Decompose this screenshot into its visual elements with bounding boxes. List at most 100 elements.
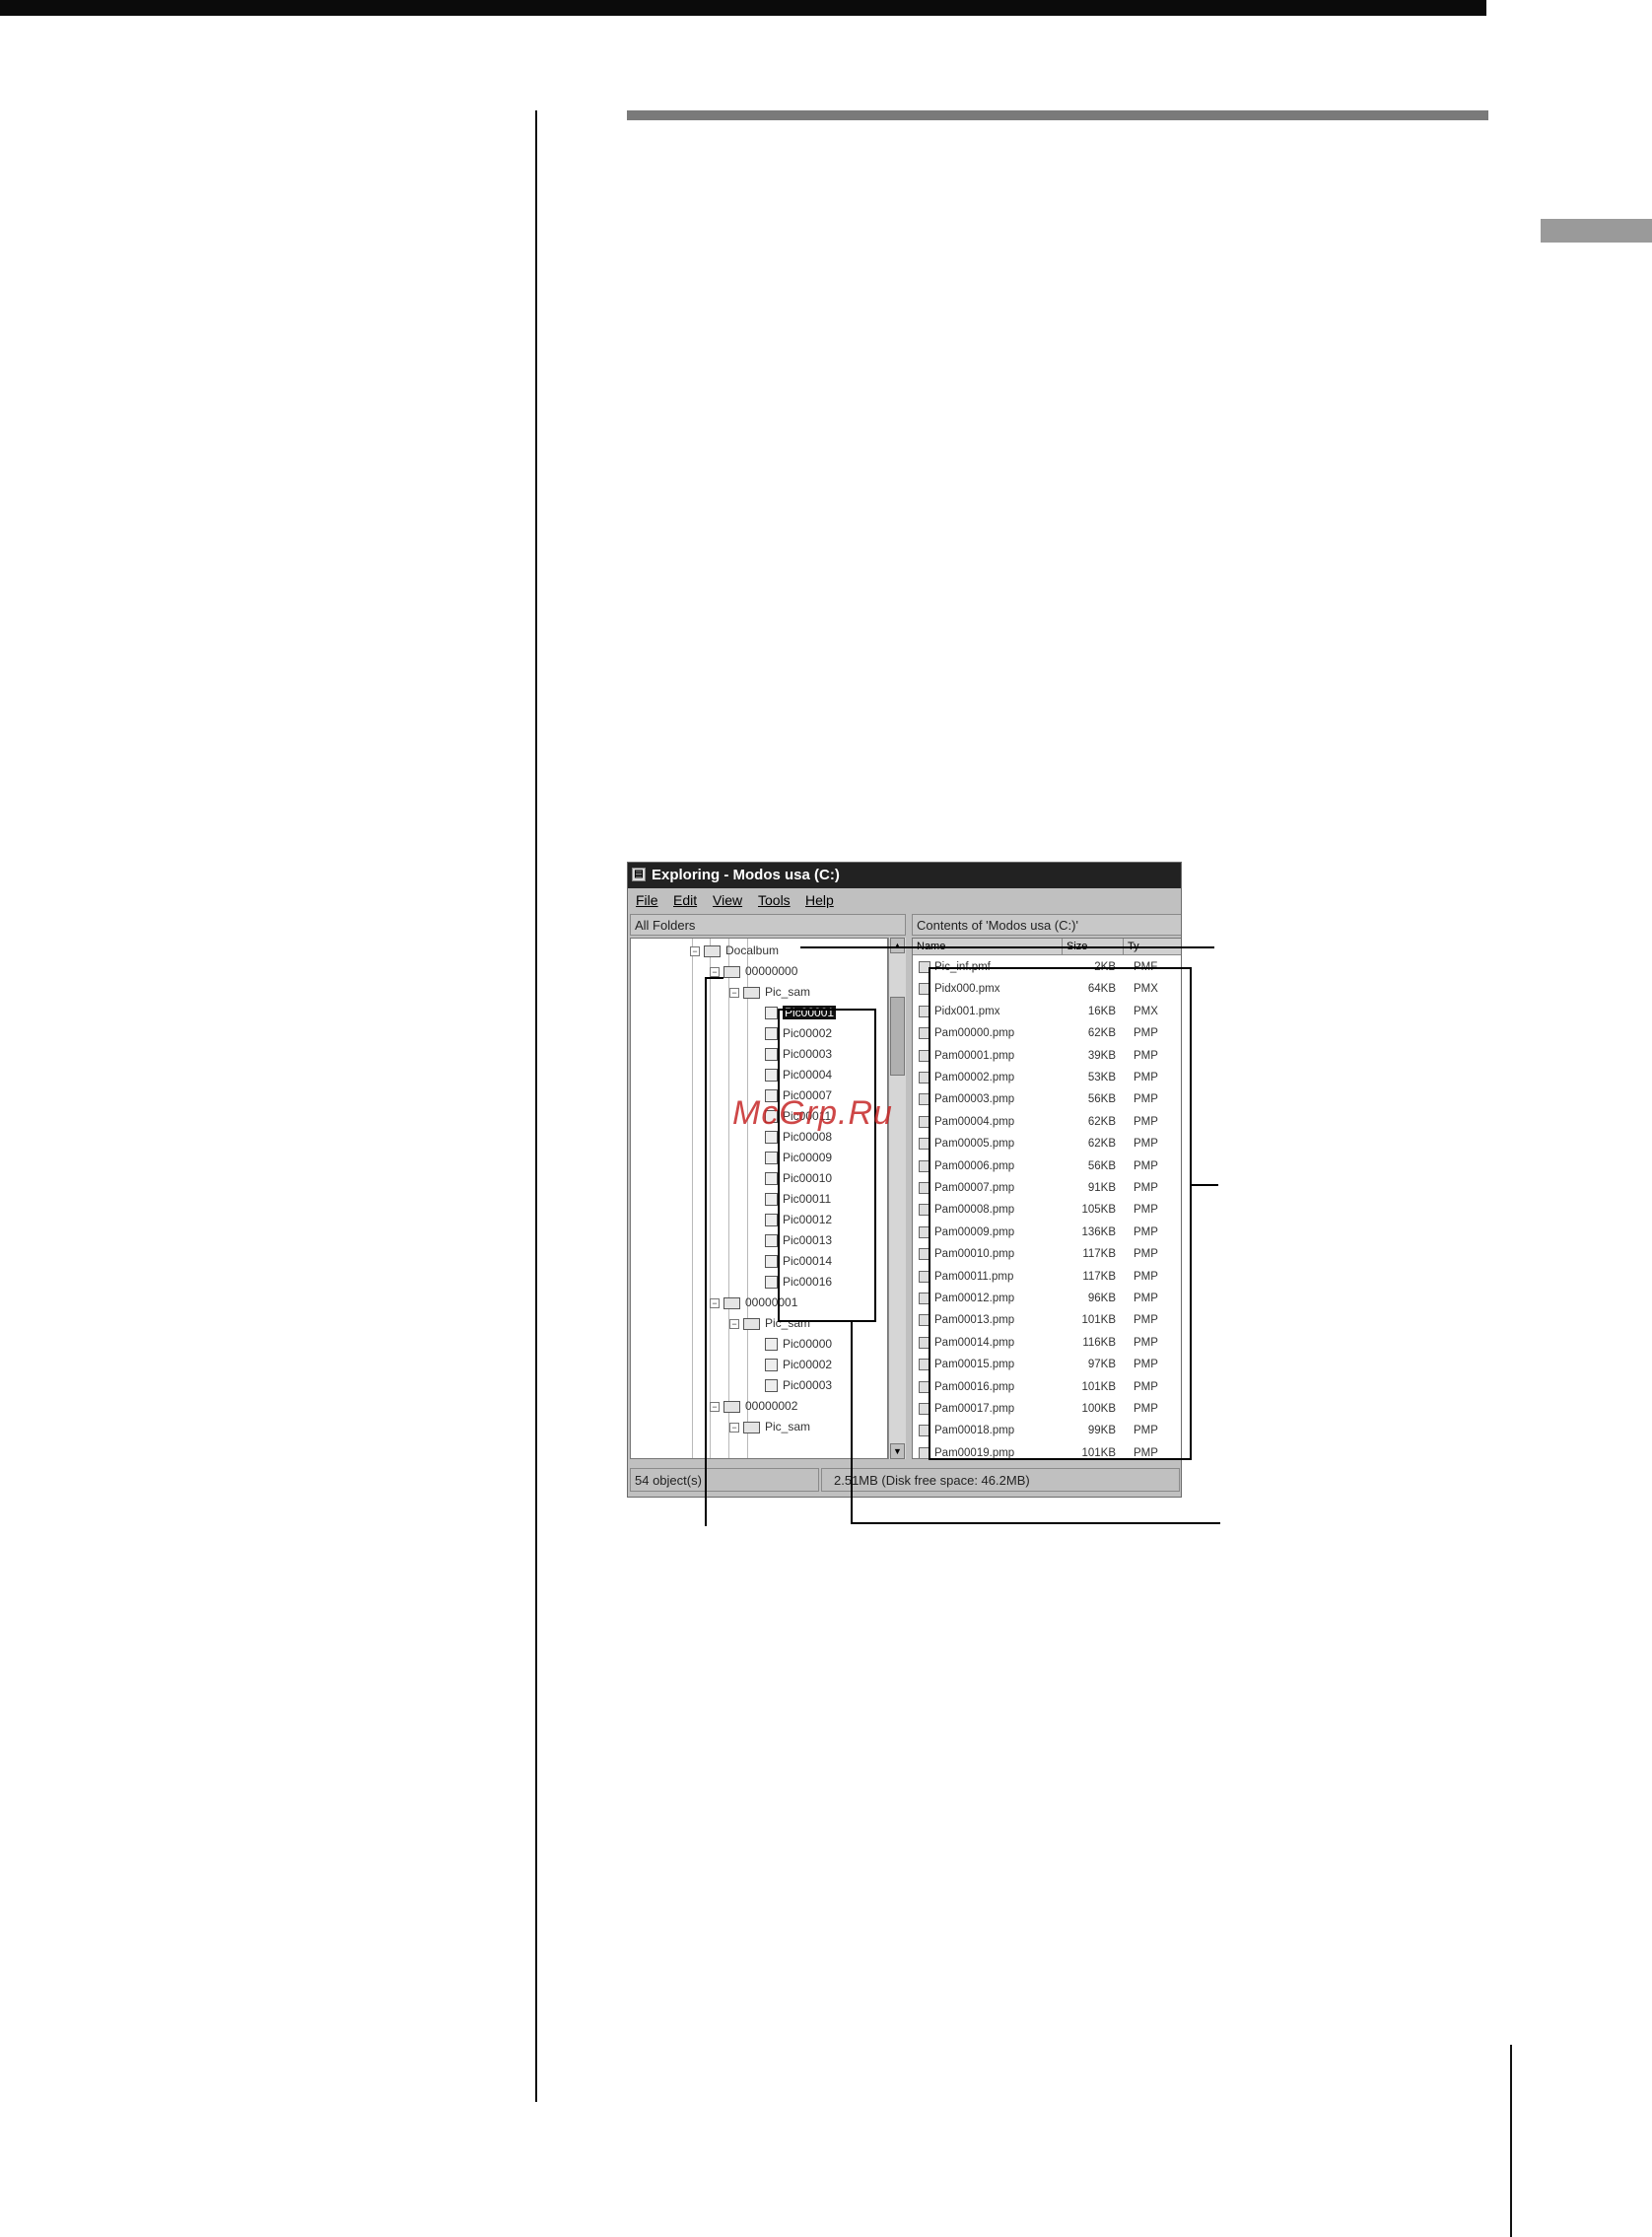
file-size: 117KB xyxy=(1082,1248,1116,1261)
picture-file-icon xyxy=(765,1379,778,1393)
picture-file-icon xyxy=(765,1338,778,1352)
file-row[interactable]: Pam00011.pmp 117KB PMP xyxy=(913,1266,1181,1288)
tree-folder-node[interactable]: − Pic_sam xyxy=(729,1417,810,1436)
tree-folder-node[interactable]: − Pic_sam xyxy=(729,1313,810,1333)
file-row[interactable]: Pam00004.pmp 62KB PMP xyxy=(913,1111,1181,1133)
tree-pic-node[interactable]: Pic00016 xyxy=(765,1272,832,1292)
file-row[interactable]: Pam00013.pmp 101KB PMP xyxy=(913,1309,1181,1331)
tree-pic-node[interactable]: Pic00000 xyxy=(765,1334,832,1354)
tree-folder-node[interactable]: − 00000001 xyxy=(710,1293,797,1312)
tree-node-label: Pic00014 xyxy=(783,1254,833,1268)
file-row[interactable]: Pam00006.pmp 56KB PMP xyxy=(913,1155,1181,1177)
menu-view[interactable]: View xyxy=(713,888,742,912)
file-type: PMX xyxy=(1134,1005,1158,1017)
file-name: Pam00005.pmp xyxy=(934,1138,1015,1151)
tree-guide-line xyxy=(747,939,748,1458)
file-row[interactable]: Pam00008.pmp 105KB PMP xyxy=(913,1199,1181,1221)
tree-folder-node[interactable]: − Pic_sam xyxy=(729,982,810,1002)
list-pane-header: Contents of 'Modos usa (C:)' xyxy=(912,914,1181,936)
file-icon xyxy=(919,1005,930,1017)
status-bar: 54 object(s) 2.51MB (Disk free space: 46… xyxy=(628,1464,1181,1497)
tree-folder-node[interactable]: − 00000000 xyxy=(710,961,797,981)
column-size[interactable]: Size xyxy=(1063,939,1124,954)
tree-pic-node[interactable]: Pic00013 xyxy=(765,1230,832,1250)
scroll-thumb[interactable] xyxy=(890,997,905,1076)
file-size: 53KB xyxy=(1087,1072,1116,1084)
tree-pic-node[interactable]: Pic00009 xyxy=(765,1148,832,1167)
file-row[interactable]: Pam00012.pmp 96KB PMP xyxy=(913,1288,1181,1309)
collapse-box-icon[interactable]: − xyxy=(710,966,720,977)
file-row[interactable]: Pam00015.pmp 97KB PMP xyxy=(913,1354,1181,1375)
file-row[interactable]: Pam00018.pmp 99KB PMP xyxy=(913,1420,1181,1441)
file-row[interactable]: Pam00002.pmp 53KB PMP xyxy=(913,1067,1181,1088)
collapse-box-icon[interactable]: − xyxy=(729,1422,739,1433)
tree-node-label: Pic00003 xyxy=(783,1047,833,1061)
file-size: 105KB xyxy=(1081,1204,1116,1217)
tree-pic-node[interactable]: Pic00014 xyxy=(765,1251,832,1271)
tree-scrollbar[interactable]: ▲ ▼ xyxy=(888,938,906,1459)
scroll-down-icon[interactable]: ▼ xyxy=(890,1443,905,1459)
file-size: 64KB xyxy=(1087,983,1116,996)
tree-node-label: Docalbum xyxy=(725,944,780,957)
tree-pic-node[interactable]: Pic00010 xyxy=(765,1168,832,1188)
file-row[interactable]: Pidx000.pmx 64KB PMX xyxy=(913,978,1181,1000)
tree-pic-node[interactable]: Pic00011 xyxy=(765,1189,831,1209)
file-size: 99KB xyxy=(1087,1425,1116,1437)
file-row[interactable]: Pam00010.pmp 117KB PMP xyxy=(913,1243,1181,1265)
window-app-icon[interactable]: ▤ xyxy=(632,868,646,881)
tree-node-label: Pic00012 xyxy=(783,1213,833,1226)
window-titlebar[interactable]: ▤ Exploring - Modos usa (C:) xyxy=(628,863,1181,888)
collapse-box-icon[interactable]: − xyxy=(710,1401,720,1412)
file-row[interactable]: Pam00005.pmp 62KB PMP xyxy=(913,1133,1181,1154)
tree-folder-node[interactable]: − Docalbum xyxy=(690,941,779,960)
file-row[interactable]: Pic_inf.pmf 2KB PMF xyxy=(913,956,1181,978)
collapse-box-icon[interactable]: − xyxy=(710,1297,720,1308)
heading-rule xyxy=(627,110,1488,120)
file-row[interactable]: Pam00019.pmp 101KB PMP xyxy=(913,1442,1181,1458)
picture-file-icon xyxy=(765,1276,778,1290)
menu-file[interactable]: File xyxy=(636,888,658,912)
file-row[interactable]: Pam00001.pmp 39KB PMP xyxy=(913,1045,1181,1067)
tree-pic-node[interactable]: Pic00002 xyxy=(765,1355,832,1374)
tree-pic-node[interactable]: Pic00004 xyxy=(765,1065,832,1084)
file-list[interactable]: Name Size Ty Pic_inf.pmf 2KB PMF Pidx000.pm… xyxy=(912,938,1181,1459)
tree-folder-node[interactable]: − 00000002 xyxy=(710,1396,797,1416)
collapse-box-icon[interactable]: − xyxy=(690,945,700,956)
menu-help[interactable]: Help xyxy=(805,888,834,912)
watermark: McGrp.Ru xyxy=(732,1094,893,1132)
section-tab xyxy=(1541,219,1652,243)
picture-file-icon xyxy=(765,1152,778,1165)
file-type: PMP xyxy=(1134,1336,1158,1349)
tree-pic-node[interactable]: Pic00003 xyxy=(765,1044,832,1064)
tree-pic-node[interactable]: Pic00003 xyxy=(765,1375,832,1395)
file-row[interactable]: Pam00007.pmp 91KB PMP xyxy=(913,1177,1181,1199)
tree-pic-node[interactable]: Pic00001 xyxy=(765,1003,837,1022)
file-row[interactable]: Pam00016.pmp 101KB PMP xyxy=(913,1376,1181,1398)
file-type: PMP xyxy=(1134,1027,1158,1040)
file-icon xyxy=(919,1225,930,1238)
file-row[interactable]: Pam00009.pmp 136KB PMP xyxy=(913,1222,1181,1243)
column-name[interactable]: Name xyxy=(913,939,1063,954)
scroll-up-icon[interactable]: ▲ xyxy=(890,938,905,953)
file-row[interactable]: Pam00017.pmp 100KB PMP xyxy=(913,1398,1181,1420)
file-name: Pam00002.pmp xyxy=(934,1072,1015,1084)
file-type: PMP xyxy=(1134,1380,1158,1393)
tree-node-label: Pic00011 xyxy=(783,1192,832,1206)
menu-edit[interactable]: Edit xyxy=(673,888,697,912)
picture-file-icon xyxy=(765,1193,778,1207)
file-row[interactable]: Pam00003.pmp 56KB PMP xyxy=(913,1088,1181,1110)
file-name: Pam00018.pmp xyxy=(934,1425,1015,1437)
column-type[interactable]: Ty xyxy=(1124,939,1181,954)
file-row[interactable]: Pam00000.pmp 62KB PMP xyxy=(913,1022,1181,1044)
folder-tree[interactable]: − Docalbum −00000000− Pic_sam Pic00001 Pic000… xyxy=(630,938,888,1459)
picture-file-icon xyxy=(765,1214,778,1227)
menu-tools[interactable]: Tools xyxy=(758,888,791,912)
file-name: Pam00004.pmp xyxy=(934,1115,1015,1128)
file-row[interactable]: Pidx001.pmx 16KB PMX xyxy=(913,1001,1181,1022)
collapse-box-icon[interactable]: − xyxy=(729,987,739,998)
tree-pic-node[interactable]: Pic00012 xyxy=(765,1210,832,1229)
collapse-box-icon[interactable]: − xyxy=(729,1318,739,1329)
file-name: Pam00008.pmp xyxy=(934,1204,1015,1217)
file-row[interactable]: Pam00014.pmp 116KB PMP xyxy=(913,1332,1181,1354)
tree-pic-node[interactable]: Pic00002 xyxy=(765,1023,832,1043)
